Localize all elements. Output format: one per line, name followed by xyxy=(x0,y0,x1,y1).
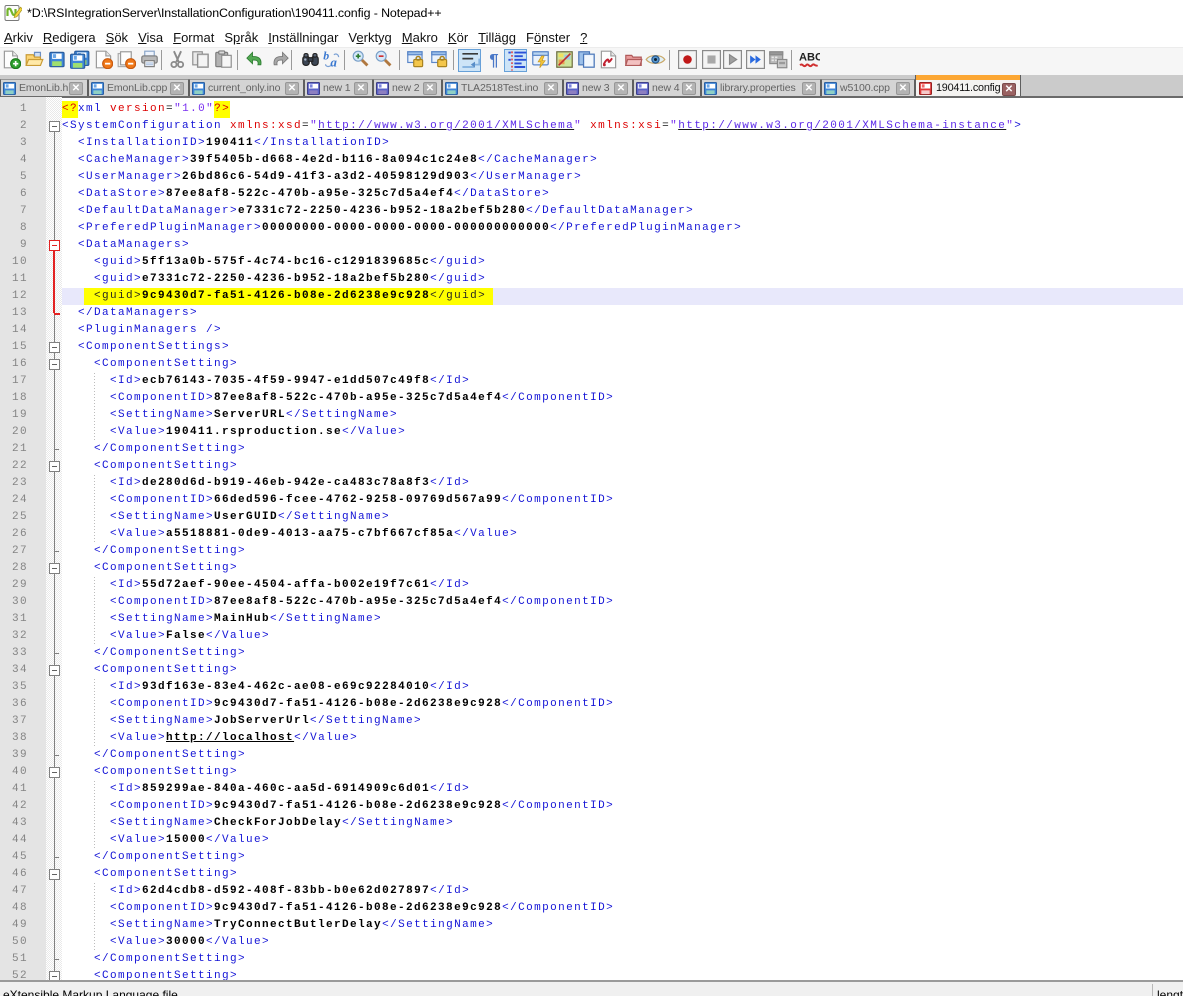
svg-text:¶: ¶ xyxy=(489,50,498,69)
svg-text:a: a xyxy=(330,55,337,69)
svg-text:b: b xyxy=(323,50,329,63)
svg-text:ABC: ABC xyxy=(799,52,820,64)
